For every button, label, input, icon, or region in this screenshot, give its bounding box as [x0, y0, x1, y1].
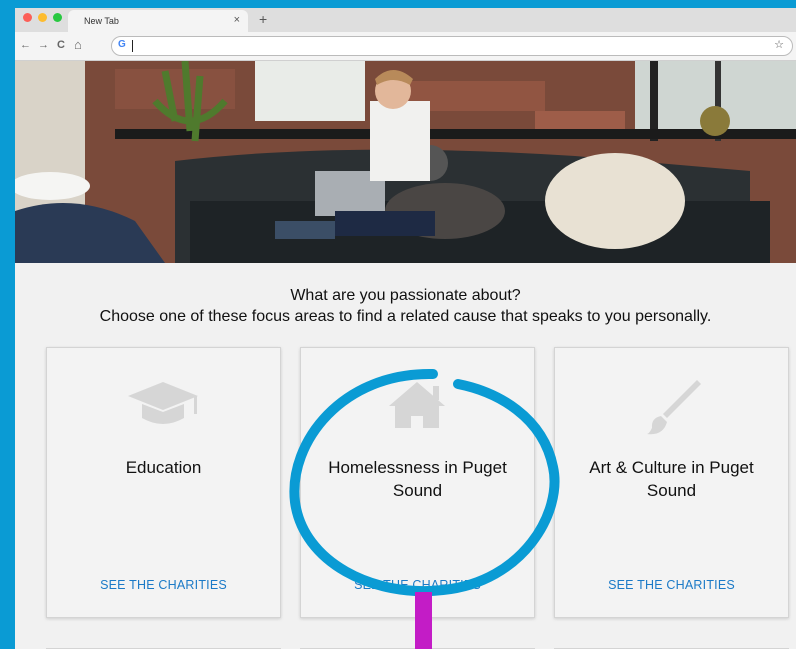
- browser-toolbar: ← → C ⌂ G ☆: [15, 32, 796, 61]
- card-education[interactable]: Education SEE THE CHARITIES: [46, 347, 281, 618]
- hero-photo: [15, 61, 796, 263]
- intro-text: What are you passionate about? Choose on…: [15, 285, 796, 327]
- tab-close-icon[interactable]: ×: [234, 14, 240, 26]
- paintbrush-icon: [555, 376, 788, 436]
- tab-title: New Tab: [84, 16, 119, 26]
- annotation-bar: [415, 592, 432, 649]
- tab-new-tab[interactable]: New Tab ×: [68, 10, 248, 32]
- google-icon: G: [118, 39, 126, 50]
- bookmark-star-icon[interactable]: ☆: [774, 38, 784, 51]
- hero-image: [15, 61, 796, 263]
- new-tab-button[interactable]: +: [259, 11, 267, 27]
- minimize-window-button[interactable]: [38, 13, 47, 22]
- card-title: Education: [125, 458, 202, 477]
- intro-instruction: Choose one of these focus areas to find …: [99, 308, 712, 325]
- see-charities-link[interactable]: SEE THE CHARITIES: [555, 578, 788, 592]
- card-art-culture[interactable]: Art & Culture in Puget Sound SEE THE CHA…: [554, 347, 789, 618]
- forward-icon[interactable]: →: [38, 39, 49, 51]
- tab-bar: New Tab × +: [15, 8, 796, 32]
- close-window-button[interactable]: [23, 13, 32, 22]
- back-icon[interactable]: ←: [20, 39, 31, 51]
- reload-icon[interactable]: C: [57, 39, 65, 51]
- card-title: Art & Culture in Puget Sound: [589, 458, 754, 500]
- text-caret: [132, 40, 133, 52]
- home-icon[interactable]: ⌂: [74, 37, 82, 52]
- graduation-cap-icon: [47, 376, 280, 436]
- address-bar[interactable]: G ☆: [111, 36, 793, 56]
- see-charities-link[interactable]: SEE THE CHARITIES: [47, 578, 280, 592]
- maximize-window-button[interactable]: [53, 13, 62, 22]
- annotation-circle: [289, 368, 560, 597]
- intro-question: What are you passionate about?: [290, 287, 521, 304]
